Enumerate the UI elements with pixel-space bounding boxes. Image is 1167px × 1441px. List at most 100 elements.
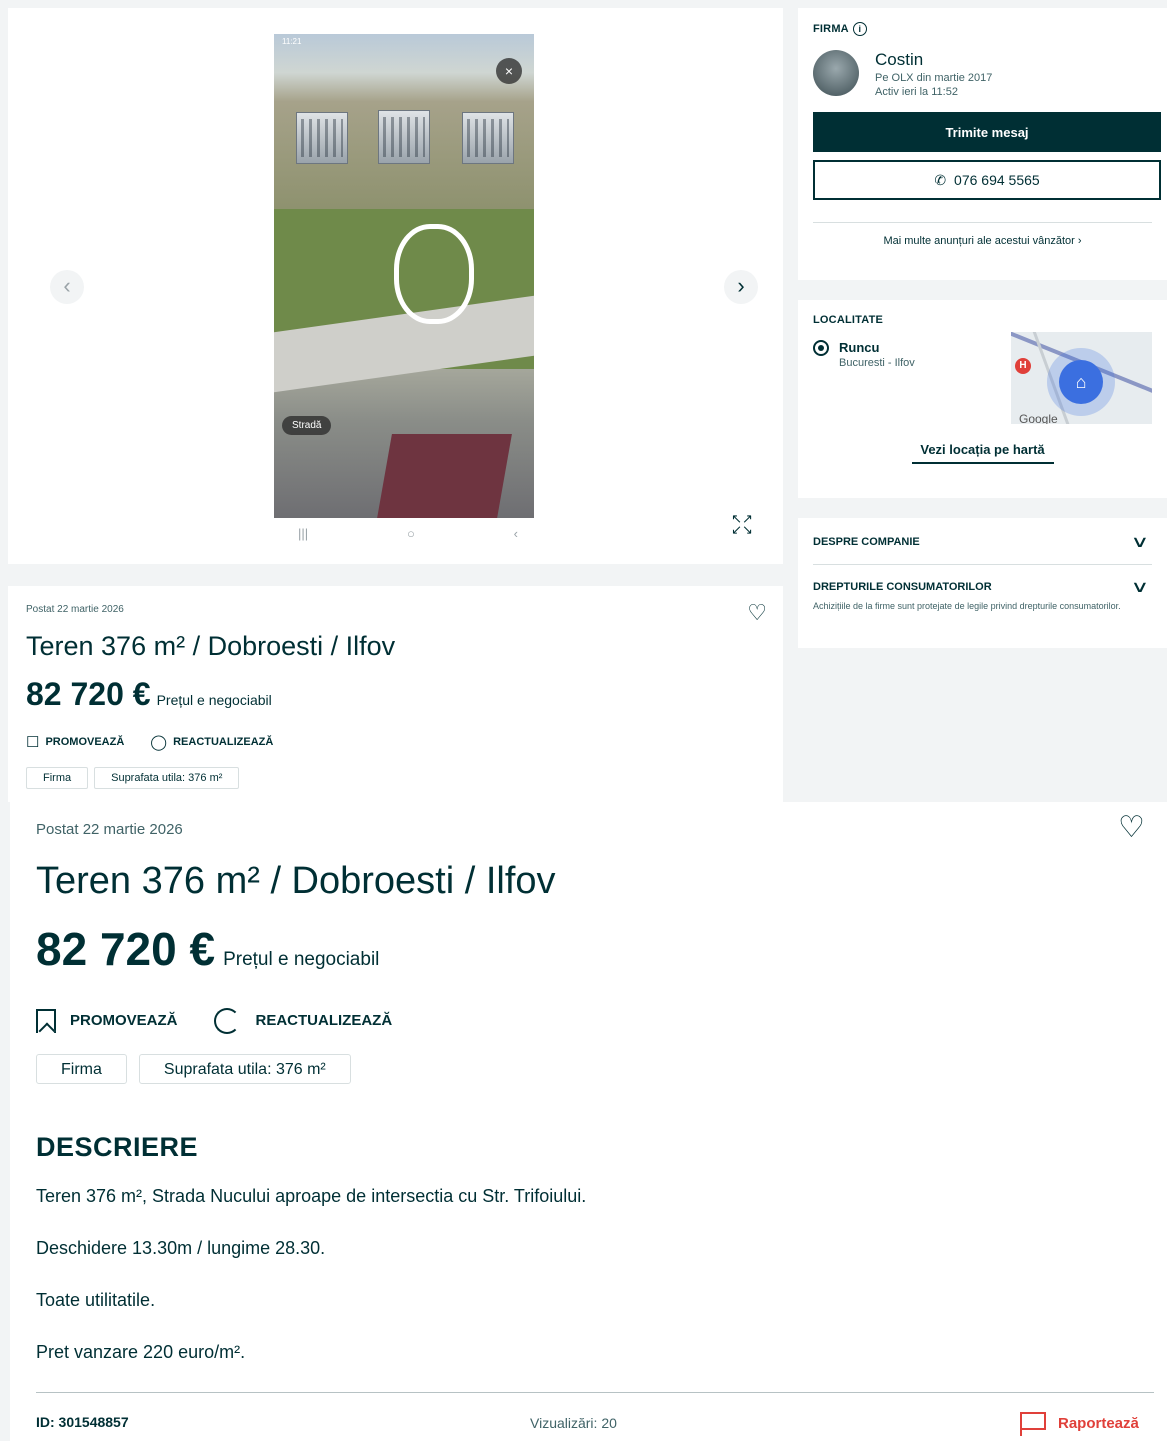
refresh-button[interactable]: ◯ REACTUALIZEAZĂ bbox=[150, 733, 273, 751]
description-paragraph: Toate utilitatile. bbox=[36, 1290, 156, 1310]
refresh-label: REACTUALIZEAZĂ bbox=[255, 1011, 393, 1029]
promote-button[interactable]: ☐ PROMOVEAZĂ bbox=[26, 733, 124, 751]
back-icon: ‹ bbox=[513, 526, 518, 541]
bookmark-icon: ☐ bbox=[26, 734, 40, 751]
photo-roof bbox=[376, 434, 512, 518]
seller-name: Costin bbox=[875, 50, 924, 69]
location-row: Runcu Bucuresti - Ilfov H ⌂ Google bbox=[813, 332, 1152, 424]
listing-summary-small: Postat 22 martie 2026 ♡ Teren 376 m² / D… bbox=[8, 586, 783, 802]
posted-date: Postat 22 martie 2026 bbox=[36, 821, 183, 838]
phone-icon: ✆ bbox=[934, 171, 947, 188]
recent-apps-icon: ||| bbox=[298, 526, 309, 541]
price-row: 82 720 € Prețul e negociabil bbox=[26, 676, 765, 713]
posted-date: Postat 22 martie 2026 bbox=[26, 604, 124, 615]
expand-icon[interactable]: ↖↗ ↙↘ bbox=[728, 512, 756, 536]
location-city: Runcu bbox=[839, 340, 880, 355]
consumer-rights-label: DREPTURILE CONSUMATORILOR bbox=[813, 581, 992, 593]
more-ads-link[interactable]: Mai multe anunțuri ale acestui vânzător … bbox=[813, 222, 1152, 247]
report-label: Raportează bbox=[1058, 1414, 1139, 1432]
consumer-rights-accordion[interactable]: DREPTURILE CONSUMATORILOR ∨ bbox=[813, 577, 1152, 597]
seller-profile[interactable]: Costin Pe OLX din martie 2017 Activ ieri… bbox=[813, 50, 1152, 98]
promote-label: PROMOVEAZĂ bbox=[45, 735, 125, 748]
tag-surface: Suprafata utila: 376 m² bbox=[138, 1054, 351, 1084]
phone-status-bar: 11:21 bbox=[282, 37, 302, 46]
location-text: Runcu Bucuresti - Ilfov bbox=[813, 340, 915, 424]
tag-firma: Firma bbox=[36, 1054, 127, 1084]
listing-title: Teren 376 m² / Dobroesti / Ilfov bbox=[26, 631, 396, 661]
price: 82 720 € bbox=[26, 676, 151, 712]
location-pin-icon bbox=[813, 340, 829, 356]
location-card: LOCALITATE Runcu Bucuresti - Ilfov H ⌂ G… bbox=[798, 300, 1167, 498]
more-ads-label: Mai multe anunțuri ale acestui vânzător bbox=[883, 235, 1075, 247]
phone-number: 076 694 5565 bbox=[954, 172, 1040, 188]
description-paragraph: Pret vanzare 220 euro/m². bbox=[36, 1342, 246, 1362]
chevron-right-icon[interactable]: › bbox=[724, 270, 758, 304]
phone-button[interactable]: ✆ 076 694 5565 bbox=[813, 160, 1161, 200]
view-count: Vizualizări: 20 bbox=[530, 1415, 617, 1431]
avatar bbox=[813, 50, 859, 96]
photo-building bbox=[296, 112, 348, 164]
price: 82 720 € bbox=[36, 923, 216, 975]
upper-screenshot: 11:21 × Stradă ||| ○ ‹ ‹ › ↖↗ ↙↘ Postat 2… bbox=[0, 0, 1167, 802]
phone-nav-bar: ||| ○ ‹ bbox=[298, 526, 518, 542]
chevron-down-icon: ∨ bbox=[1130, 579, 1150, 596]
listing-photo[interactable]: 11:21 × Stradă bbox=[274, 34, 534, 518]
listing-id: ID: 301548857 bbox=[36, 1414, 129, 1430]
about-company-label: DESPRE COMPANIE bbox=[813, 536, 920, 548]
refresh-icon bbox=[213, 1008, 240, 1034]
negotiable-label: Prețul e negociabil bbox=[223, 949, 380, 970]
flag-icon bbox=[1020, 1412, 1046, 1436]
seller-heading: FIRMA i bbox=[813, 22, 1152, 36]
consumer-rights-text: Achizițiile de la firme sunt protejate d… bbox=[813, 601, 1121, 611]
plot-highlight-circle bbox=[394, 224, 474, 324]
photo-gallery: 11:21 × Stradă ||| ○ ‹ ‹ › ↖↗ ↙↘ bbox=[8, 8, 783, 564]
chevron-right-icon: › bbox=[1077, 235, 1082, 247]
hospital-icon: H bbox=[1015, 358, 1031, 374]
map-brand: Google bbox=[1019, 412, 1058, 424]
heart-icon[interactable]: ♡ bbox=[1118, 810, 1145, 845]
price-row: 82 720 € Prețul e negociabil bbox=[36, 922, 379, 976]
home-icon: ○ bbox=[406, 526, 415, 541]
tag-firma: Firma bbox=[26, 767, 89, 789]
listing-actions: ☐ PROMOVEAZĂ ◯ REACTUALIZEAZĂ bbox=[26, 733, 765, 751]
seller-heading-label: FIRMA bbox=[813, 23, 849, 35]
info-icon[interactable]: i bbox=[852, 22, 867, 36]
bookmark-icon bbox=[36, 1009, 56, 1033]
map-thumbnail[interactable]: H ⌂ Google bbox=[1011, 332, 1152, 424]
member-since: Pe OLX din martie 2017 bbox=[875, 72, 993, 84]
company-card: DESPRE COMPANIE ∨ DREPTURILE CONSUMATORI… bbox=[798, 518, 1167, 648]
listing-actions: PROMOVEAZĂ REACTUALIZEAZĂ bbox=[36, 1008, 392, 1034]
refresh-icon: ◯ bbox=[150, 734, 168, 751]
tag-surface: Suprafata utila: 376 m² bbox=[94, 767, 240, 789]
about-company-accordion[interactable]: DESPRE COMPANIE ∨ bbox=[813, 532, 1152, 552]
negotiable-label: Prețul e negociabil bbox=[156, 692, 272, 708]
promote-label: PROMOVEAZĂ bbox=[70, 1011, 178, 1029]
listing-tags: Firma Suprafata utila: 376 m² bbox=[26, 767, 765, 789]
listing-tags: Firma Suprafata utila: 376 m² bbox=[36, 1054, 351, 1084]
refresh-label: REACTUALIZEAZĂ bbox=[173, 735, 274, 748]
close-icon[interactable]: × bbox=[496, 58, 522, 84]
listing-title: Teren 376 m² / Dobroesti / Ilfov bbox=[36, 860, 556, 902]
listing-detail: Postat 22 martie 2026 ♡ Teren 376 m² / D… bbox=[0, 802, 1167, 1441]
last-active: Activ ieri la 11:52 bbox=[875, 86, 958, 98]
chevron-down-icon: ∨ bbox=[1130, 534, 1150, 551]
promote-button[interactable]: PROMOVEAZĂ bbox=[36, 1009, 178, 1033]
view-on-map-link[interactable]: Vezi locația pe hartă bbox=[911, 442, 1054, 464]
heart-icon[interactable]: ♡ bbox=[747, 600, 767, 626]
streetview-chip: Stradă bbox=[282, 416, 332, 435]
refresh-button[interactable]: REACTUALIZEAZĂ bbox=[213, 1008, 393, 1034]
location-heading: LOCALITATE bbox=[813, 314, 884, 326]
location-region: Bucuresti - Ilfov bbox=[839, 357, 915, 369]
photo-building bbox=[378, 110, 430, 164]
report-button[interactable]: Raportează bbox=[1020, 1412, 1139, 1436]
seller-card: FIRMA i Costin Pe OLX din martie 2017 Act… bbox=[798, 8, 1167, 280]
map-location-marker-icon: ⌂ bbox=[1059, 360, 1103, 404]
description-paragraph: Deschidere 13.30m / lungime 28.30. bbox=[36, 1238, 326, 1258]
send-message-button[interactable]: Trimite mesaj bbox=[813, 112, 1161, 152]
left-edge bbox=[0, 802, 10, 1441]
description-paragraph: Teren 376 m², Strada Nucului aproape de … bbox=[36, 1186, 587, 1206]
divider bbox=[813, 564, 1152, 565]
divider bbox=[36, 1392, 1154, 1393]
chevron-left-icon[interactable]: ‹ bbox=[50, 270, 84, 304]
photo-building bbox=[462, 112, 514, 164]
